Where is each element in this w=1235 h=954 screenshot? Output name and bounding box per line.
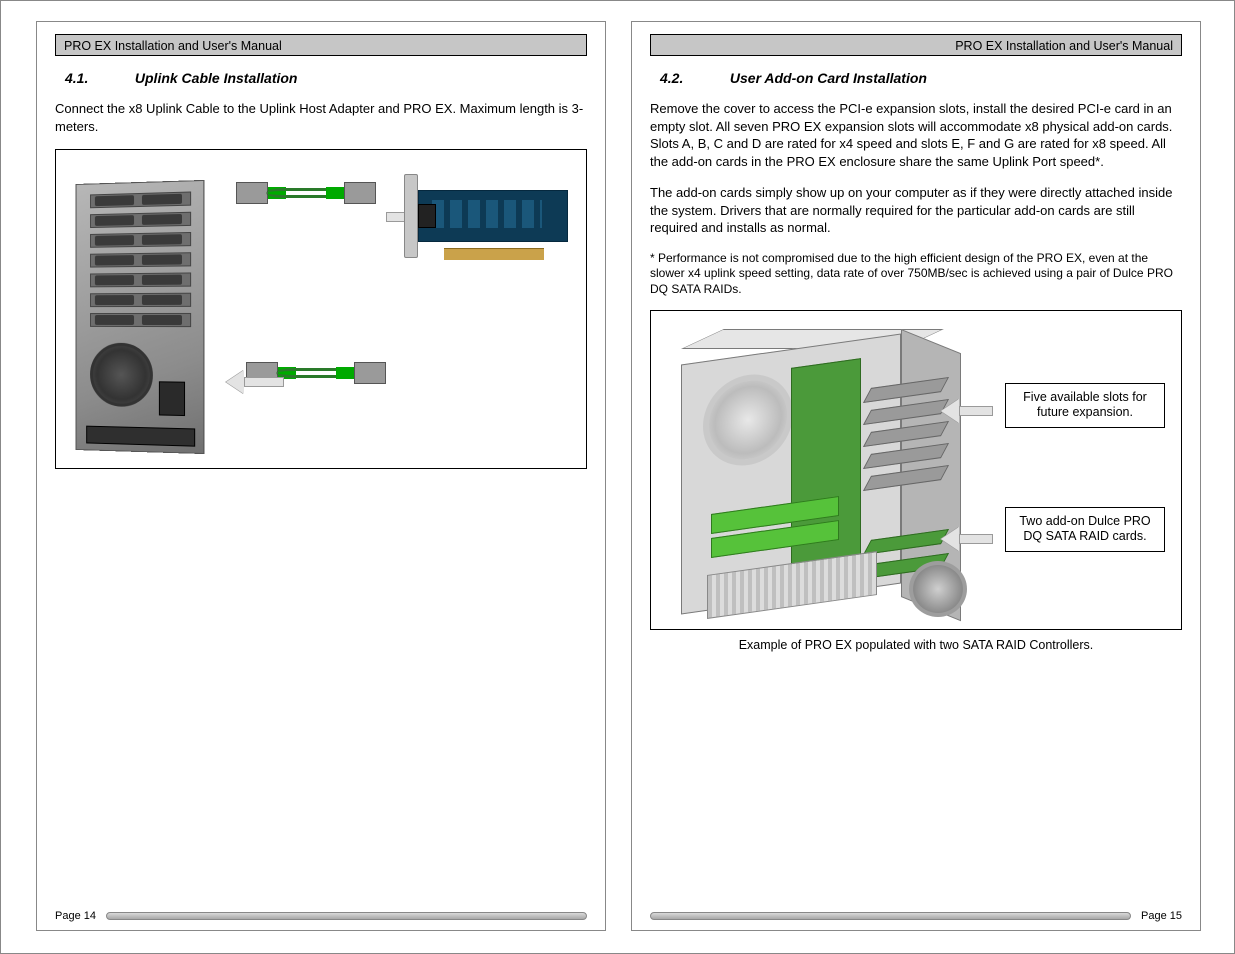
host-adapter-card-illustration — [418, 190, 568, 260]
callout-available-slots: Five available slots for future expansio… — [1005, 383, 1165, 428]
figure-uplink-cable — [55, 149, 587, 469]
pro-ex-enclosure-illustration — [681, 329, 961, 619]
page-number: Page 15 — [1141, 910, 1182, 922]
page-15: PRO EX Installation and User's Manual 4.… — [631, 21, 1201, 931]
paragraph: Connect the x8 Uplink Cable to the Uplin… — [55, 100, 587, 135]
paragraph: The add-on cards simply show up on your … — [650, 184, 1182, 237]
page-header: PRO EX Installation and User's Manual — [55, 34, 587, 56]
page-header: PRO EX Installation and User's Manual — [650, 34, 1182, 56]
page-footer: Page 14 — [55, 910, 587, 922]
page-number: Page 14 — [55, 910, 96, 922]
arrow-left-icon — [941, 527, 993, 551]
figure-addon-cards: Five available slots for future expansio… — [650, 310, 1182, 630]
arrow-left-icon — [941, 399, 993, 423]
footer-decoration — [106, 912, 587, 920]
paragraph: Remove the cover to access the PCI-e exp… — [650, 100, 1182, 170]
footer-decoration — [650, 912, 1131, 920]
figure-caption: Example of PRO EX populated with two SAT… — [650, 638, 1182, 652]
section-title: User Add-on Card Installation — [730, 70, 927, 86]
page-14: PRO EX Installation and User's Manual 4.… — [36, 21, 606, 931]
section-heading-4-2: 4.2. User Add-on Card Installation — [660, 70, 1182, 86]
uplink-cable-illustration — [236, 160, 376, 230]
section-number: 4.1. — [65, 70, 131, 86]
pro-ex-chassis-illustration — [76, 180, 205, 454]
section-heading-4-1: 4.1. Uplink Cable Installation — [65, 70, 587, 86]
section-number: 4.2. — [660, 70, 726, 86]
arrow-left-icon — [226, 370, 284, 394]
footnote: * Performance is not compromised due to … — [650, 251, 1182, 298]
page-footer: Page 15 — [650, 910, 1182, 922]
section-title: Uplink Cable Installation — [135, 70, 298, 86]
callout-raid-cards: Two add-on Dulce PRO DQ SATA RAID cards. — [1005, 507, 1165, 552]
